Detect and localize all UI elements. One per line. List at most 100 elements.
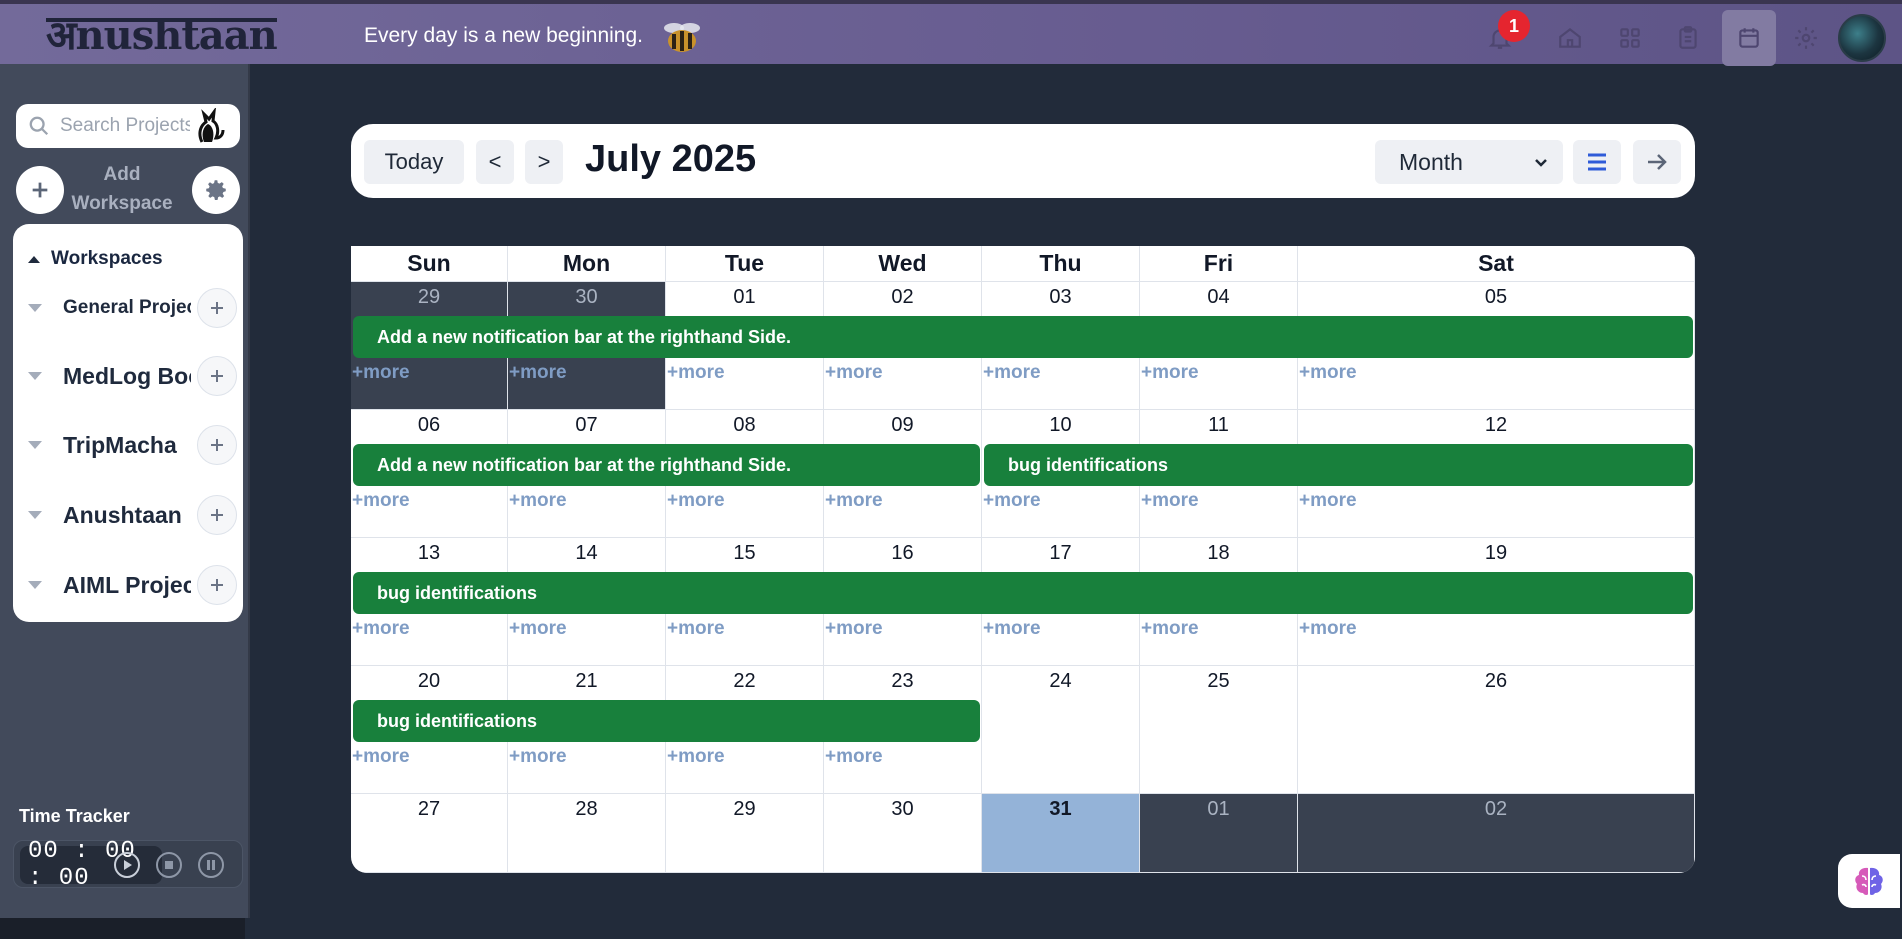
ai-assistant-button[interactable] [1838, 854, 1900, 908]
day-number: 16 [891, 542, 914, 564]
day-cell[interactable]: 25 [1140, 666, 1298, 794]
workspaces-heading: Workspaces [51, 248, 163, 269]
workspaces-header[interactable]: Workspaces [27, 248, 163, 270]
day-number: 31 [1049, 798, 1072, 820]
workspace-item[interactable]: MedLog Book [27, 354, 237, 398]
more-events-link[interactable]: +more [509, 490, 567, 512]
add-project-button[interactable] [197, 288, 237, 328]
next-month-button[interactable]: > [525, 140, 563, 184]
prev-month-button[interactable]: < [476, 140, 514, 184]
today-button[interactable]: Today [364, 140, 464, 184]
day-cell[interactable]: 01 [1140, 794, 1298, 873]
more-events-link[interactable]: +more [509, 618, 567, 640]
day-cell[interactable]: 29 [666, 794, 824, 873]
day-number: 13 [417, 542, 441, 564]
more-events-link[interactable]: +more [825, 490, 883, 512]
add-workspace-label: Add Workspace [71, 164, 173, 214]
calendar-toolbar: Today < > July 2025 Month [351, 124, 1695, 198]
more-events-link[interactable]: +more [509, 362, 567, 384]
day-cell[interactable]: 02 [1298, 794, 1695, 873]
home-icon[interactable] [1550, 18, 1590, 58]
add-project-button[interactable] [197, 565, 237, 605]
day-cell-today[interactable]: 31 [982, 794, 1140, 873]
month-title: July 2025 [585, 138, 757, 180]
stop-button[interactable] [154, 850, 184, 880]
weekday-header: Fri [1140, 246, 1298, 282]
day-cell[interactable]: 30 [824, 794, 982, 873]
day-number: 21 [575, 670, 598, 692]
stop-icon [156, 852, 182, 878]
day-number: 25 [1207, 670, 1230, 692]
day-number: 01 [733, 286, 756, 308]
caret-down-icon [28, 372, 42, 380]
pause-icon [198, 852, 224, 878]
day-number: 30 [891, 798, 914, 820]
day-number: 30 [575, 286, 598, 308]
weekday-header: Thu [982, 246, 1140, 282]
more-events-link[interactable]: +more [352, 618, 410, 640]
gear-icon[interactable] [1786, 18, 1826, 58]
calendar-event[interactable]: Add a new notification bar at the righth… [353, 444, 980, 486]
notification-badge: 1 [1498, 10, 1530, 42]
day-number: 29 [733, 798, 756, 820]
user-avatar[interactable] [1838, 14, 1886, 62]
more-events-link[interactable]: +more [509, 746, 567, 768]
more-events-link[interactable]: +more [825, 746, 883, 768]
grid-icon[interactable] [1610, 18, 1650, 58]
more-events-link[interactable]: +more [352, 362, 410, 384]
add-project-button[interactable] [197, 425, 237, 465]
day-cell[interactable]: 26 [1298, 666, 1695, 794]
calendar-event[interactable]: bug identifications [984, 444, 1693, 486]
search-bar[interactable] [16, 104, 240, 148]
calendar-event[interactable]: bug identifications [353, 700, 980, 742]
weekday-header: Sun [351, 246, 508, 282]
workspace-item[interactable]: Anushtaan [27, 493, 237, 537]
cat-icon [198, 108, 225, 143]
list-view-button[interactable] [1573, 140, 1621, 184]
more-events-link[interactable]: +more [352, 490, 410, 512]
add-workspace-button[interactable] [16, 166, 64, 214]
more-events-link[interactable]: +more [983, 490, 1041, 512]
more-events-link[interactable]: +more [667, 362, 725, 384]
clipboard-icon[interactable] [1668, 18, 1708, 58]
more-events-link[interactable]: +more [1299, 618, 1357, 640]
more-events-link[interactable]: +more [825, 618, 883, 640]
calendar-event[interactable]: Add a new notification bar at the righth… [353, 316, 1693, 358]
day-number: 08 [733, 414, 756, 436]
more-events-link[interactable]: +more [1141, 362, 1199, 384]
more-events-link[interactable]: +more [1141, 618, 1199, 640]
pause-button[interactable] [196, 850, 226, 880]
more-events-link[interactable]: +more [667, 746, 725, 768]
day-cell[interactable]: 28 [508, 794, 666, 873]
calendar-event[interactable]: bug identifications [353, 572, 1693, 614]
search-input[interactable] [60, 115, 190, 137]
more-events-link[interactable]: +more [667, 490, 725, 512]
more-events-link[interactable]: +more [667, 618, 725, 640]
add-project-button[interactable] [197, 356, 237, 396]
workspace-name: MedLog Book [63, 362, 191, 389]
bee-icon [664, 23, 700, 52]
workspace-settings-button[interactable] [192, 166, 240, 214]
more-events-link[interactable]: +more [825, 362, 883, 384]
brand-logo[interactable]: अnushtaan [46, 16, 278, 56]
more-events-link[interactable]: +more [352, 746, 410, 768]
day-number: 14 [575, 542, 598, 564]
view-select[interactable]: Month [1375, 140, 1563, 184]
add-project-button[interactable] [197, 495, 237, 535]
calendar-nav-icon[interactable] [1722, 10, 1776, 66]
play-button[interactable] [112, 850, 142, 880]
forward-button[interactable] [1633, 140, 1681, 184]
workspace-item[interactable]: General Projects [27, 286, 237, 330]
plus-icon [32, 182, 48, 198]
more-events-link[interactable]: +more [983, 618, 1041, 640]
day-number: 12 [1484, 414, 1508, 436]
more-events-link[interactable]: +more [1299, 490, 1357, 512]
day-cell[interactable]: 24 [982, 666, 1140, 794]
daily-quote: Every day is a new beginning. [364, 24, 643, 47]
more-events-link[interactable]: +more [1141, 490, 1199, 512]
workspace-item[interactable]: TripMacha [27, 423, 237, 467]
more-events-link[interactable]: +more [983, 362, 1041, 384]
day-cell[interactable]: 27 [351, 794, 508, 873]
more-events-link[interactable]: +more [1299, 362, 1357, 384]
workspace-item[interactable]: AIML Projects [27, 563, 237, 607]
